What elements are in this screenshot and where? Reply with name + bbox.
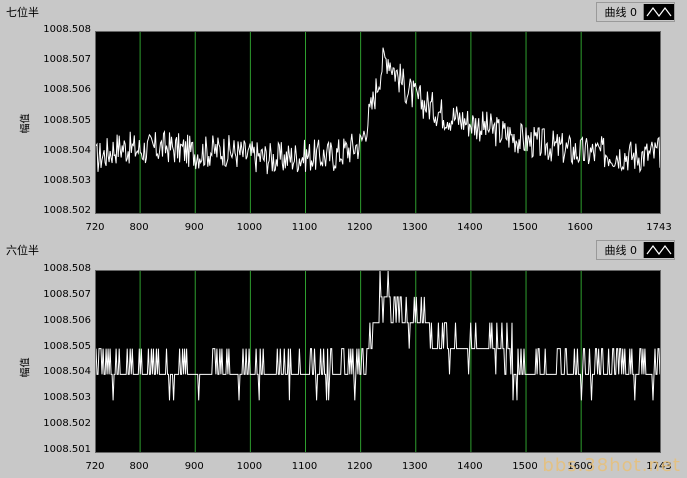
legend-label: 曲线 0 xyxy=(604,6,638,19)
series-line xyxy=(96,271,660,401)
curve-icon[interactable] xyxy=(643,4,674,20)
panel-title: 六位半 xyxy=(6,244,39,257)
y-tick-label: 1008.503 xyxy=(43,174,91,186)
y-tick-label: 1008.503 xyxy=(43,392,91,404)
x-tick-label: 1300 xyxy=(402,222,428,233)
x-tick-label: 1600 xyxy=(567,222,593,233)
x-tick-label: 900 xyxy=(184,461,204,472)
x-tick-label: 800 xyxy=(129,461,149,472)
y-tick-label: 1008.507 xyxy=(43,54,91,66)
curve-icon[interactable] xyxy=(643,242,674,258)
y-tick-label: 1008.504 xyxy=(43,144,91,156)
plot-area[interactable] xyxy=(95,31,661,214)
x-tick-label: 1000 xyxy=(236,461,263,472)
y-tick-label: 1008.504 xyxy=(43,366,91,378)
y-tick-label: 1008.502 xyxy=(43,418,91,430)
plot-svg xyxy=(96,271,660,452)
x-tick-label: 1743 xyxy=(646,222,672,233)
y-tick-label: 1008.501 xyxy=(43,444,91,455)
x-tick-label: 1100 xyxy=(291,461,318,472)
x-tick-label: 900 xyxy=(184,222,204,233)
x-tick-label: 800 xyxy=(129,222,149,233)
x-tick-label: 1500 xyxy=(512,222,538,233)
x-tick-label: 1100 xyxy=(291,222,318,233)
x-tick-label: 720 xyxy=(85,461,105,472)
x-tick-label: 1500 xyxy=(512,461,538,472)
plot-svg xyxy=(96,32,660,213)
graph-panel-2: 六位半 曲线 0 幅值 1008.508 1008.507 1008.506 1008… xyxy=(0,238,687,478)
y-tick-label: 1008.506 xyxy=(43,314,91,326)
x-tick-label: 1200 xyxy=(346,461,373,472)
y-tick-label: 1008.508 xyxy=(43,24,91,35)
watermark-text: bbs.38hot.net xyxy=(542,455,681,476)
x-tick-label: 720 xyxy=(85,222,105,233)
y-tick-label: 1008.508 xyxy=(43,263,91,274)
plot-legend[interactable]: 曲线 0 xyxy=(595,240,675,260)
x-tick-label: 1000 xyxy=(236,222,263,233)
x-tick-label: 1300 xyxy=(402,461,428,472)
x-tick-label: 1400 xyxy=(457,461,483,472)
y-tick-label: 1008.505 xyxy=(43,340,91,352)
x-tick-label: 1200 xyxy=(346,222,373,233)
series-line xyxy=(96,47,660,175)
y-tick-label: 1008.502 xyxy=(43,205,91,216)
y-tick-label: 1008.506 xyxy=(43,84,91,96)
panel-title: 七位半 xyxy=(6,6,39,19)
graph-panel-1: 七位半 曲线 0 幅值 1008.508 1008.507 1008.506 1008… xyxy=(0,0,687,238)
y-tick-label: 1008.507 xyxy=(43,288,91,300)
plot-area[interactable] xyxy=(95,270,661,453)
plot-legend[interactable]: 曲线 0 xyxy=(595,2,675,22)
x-tick-label: 1400 xyxy=(457,222,483,233)
legend-label: 曲线 0 xyxy=(604,244,638,257)
y-tick-label: 1008.505 xyxy=(43,114,91,126)
